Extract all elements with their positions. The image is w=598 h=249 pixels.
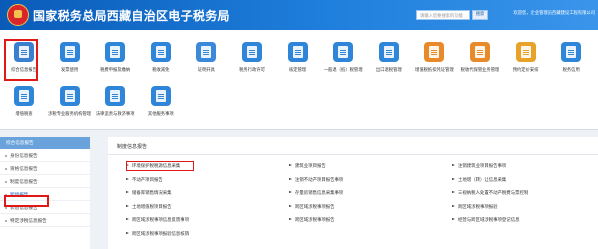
other-service-icon — [150, 86, 171, 106]
search-button[interactable]: 搜索 — [472, 10, 488, 20]
approval-icon — [287, 42, 308, 62]
sidebar-highlight-box — [4, 195, 49, 207]
report-link[interactable]: 不动产项目报告 — [126, 177, 286, 183]
sidebar-item[interactable]: 身份信息报告 — [0, 149, 90, 162]
service-tile[interactable]: 税务信用 — [547, 36, 595, 80]
report-link[interactable]: 跨区域涉税事项报告 — [289, 204, 449, 210]
service-tile[interactable]: 证明开具 — [182, 36, 230, 80]
report-link[interactable]: 土地增值税项目报告 — [126, 204, 286, 210]
service-tile[interactable]: 发票使用 — [46, 36, 94, 80]
vat-check-icon — [14, 86, 34, 106]
permit-icon — [242, 42, 262, 62]
report-link[interactable]: 储备库销售情况采集 — [126, 190, 286, 196]
tax-emblem-icon — [7, 4, 29, 26]
header-bar: 国家税务总局西藏自治区电子税务局 请输入您要搜索的功能 搜索 欢迎您，企业管理员… — [0, 0, 598, 30]
invoice-icon — [59, 42, 80, 62]
service-label: 预约定价安排 — [512, 68, 539, 73]
pricing-icon — [515, 42, 536, 62]
report-link[interactable]: 注销不动产项目报告事项 — [289, 177, 449, 183]
export-refund-icon — [378, 42, 399, 62]
certificate-icon — [196, 42, 217, 62]
tax-declare-icon — [105, 42, 126, 62]
service-label: 法律追责与救济事项 — [95, 112, 135, 117]
report-link[interactable]: 经营与跨区域涉税事项登记信息 — [452, 217, 598, 223]
main-panel: 制度信息报告 环境保护税税源信息采集 建筑业项目报告 注销建筑业项目报告事项 不动产项… — [108, 137, 598, 249]
account-info[interactable]: 欢迎您，企业管理员西藏建设工程有限公司 — [493, 10, 595, 16]
service-label: 证明开具 — [197, 68, 215, 73]
service-label: 税务信用 — [562, 68, 580, 73]
service-label: 一般退（抵）税管理 — [323, 68, 363, 73]
service-tile[interactable]: 税收代保管业务管理 — [456, 36, 504, 80]
report-link[interactable]: 跨区域涉税事项信息反馈事项 — [126, 217, 286, 223]
service-tile[interactable]: 增值税抵扣凭证管理 — [410, 36, 458, 80]
sidebar-item[interactable]: 资格信息报告 — [0, 162, 90, 175]
highlight-box — [4, 39, 38, 81]
service-label: 税务行政许可 — [239, 68, 265, 73]
service-label: 税收代保管业务管理 — [460, 68, 500, 73]
tax-relief-icon — [150, 42, 171, 62]
sidebar-item[interactable]: 特定涉税信息报告 — [0, 214, 90, 227]
agency-icon — [59, 86, 80, 106]
service-label: 增值税查 — [15, 112, 33, 117]
sidebar-header: 综合信息报告 — [0, 137, 90, 149]
report-link[interactable]: 三视纳税人处置不动产税费与票控制 — [452, 190, 598, 196]
report-link[interactable]: 土地增（转）让信息采集 — [452, 177, 598, 183]
app-title: 国家税务总局西藏自治区电子税务局 — [33, 9, 230, 23]
service-tile[interactable]: 法律追责与救济事项 — [91, 80, 139, 124]
service-label: 涉税专业服务机构管理 — [48, 112, 92, 117]
voucher-icon — [424, 42, 445, 62]
service-label: 增值税抵扣凭证管理 — [415, 68, 454, 73]
service-tile[interactable]: 核定管理 — [274, 36, 322, 80]
service-tile[interactable]: 税务行政许可 — [228, 36, 276, 80]
service-label: 出口退税管理 — [375, 68, 402, 73]
service-tile[interactable]: 涉税专业服务机构管理 — [46, 80, 94, 124]
service-label: 税费申报及缴纳 — [100, 68, 131, 73]
sidebar-item[interactable]: 制度信息报告 — [0, 175, 90, 188]
refund-icon — [333, 42, 354, 62]
service-tile[interactable]: 其他服务事项 — [137, 80, 185, 124]
service-tile[interactable]: 税收减免 — [137, 36, 185, 80]
service-tile[interactable]: 预约定价安排 — [502, 36, 550, 80]
service-label: 核定管理 — [289, 68, 307, 73]
sidebar: 综合信息报告 身份信息报告 资格信息报告 制度信息报告 跨境报告 状态信息报告 特定涉税信… — [0, 137, 90, 249]
legal-icon — [105, 86, 126, 106]
service-tile[interactable]: 一般退（抵）税管理 — [319, 36, 367, 80]
search-input[interactable]: 请输入您要搜索的功能 — [416, 10, 470, 20]
service-tile[interactable]: 税费申报及缴纳 — [91, 36, 139, 80]
report-link[interactable]: 跨区域涉税事项报验 — [452, 204, 598, 210]
report-link[interactable]: 存量房销售信息采集事项 — [289, 190, 449, 196]
service-label: 其他服务事项 — [147, 112, 174, 117]
report-link[interactable]: 跨区域涉税事项报告 — [289, 217, 449, 223]
service-label: 税收减免 — [152, 68, 170, 73]
report-link[interactable]: 跨区域涉税事项报验信息核销 — [126, 231, 286, 237]
link-highlight-box — [126, 161, 194, 171]
main-title: 制度信息报告 — [117, 144, 148, 150]
service-tile[interactable]: 出口退税管理 — [365, 36, 413, 80]
report-link[interactable]: 注销建筑业项目报告事项 — [452, 163, 598, 169]
service-tile[interactable]: 增值税查 — [0, 80, 48, 124]
report-link[interactable]: 建筑业项目报告 — [289, 163, 449, 169]
service-label: 发票使用 — [61, 68, 79, 73]
title-divider — [108, 154, 598, 155]
custody-icon — [470, 42, 490, 62]
credit-icon — [561, 42, 582, 62]
